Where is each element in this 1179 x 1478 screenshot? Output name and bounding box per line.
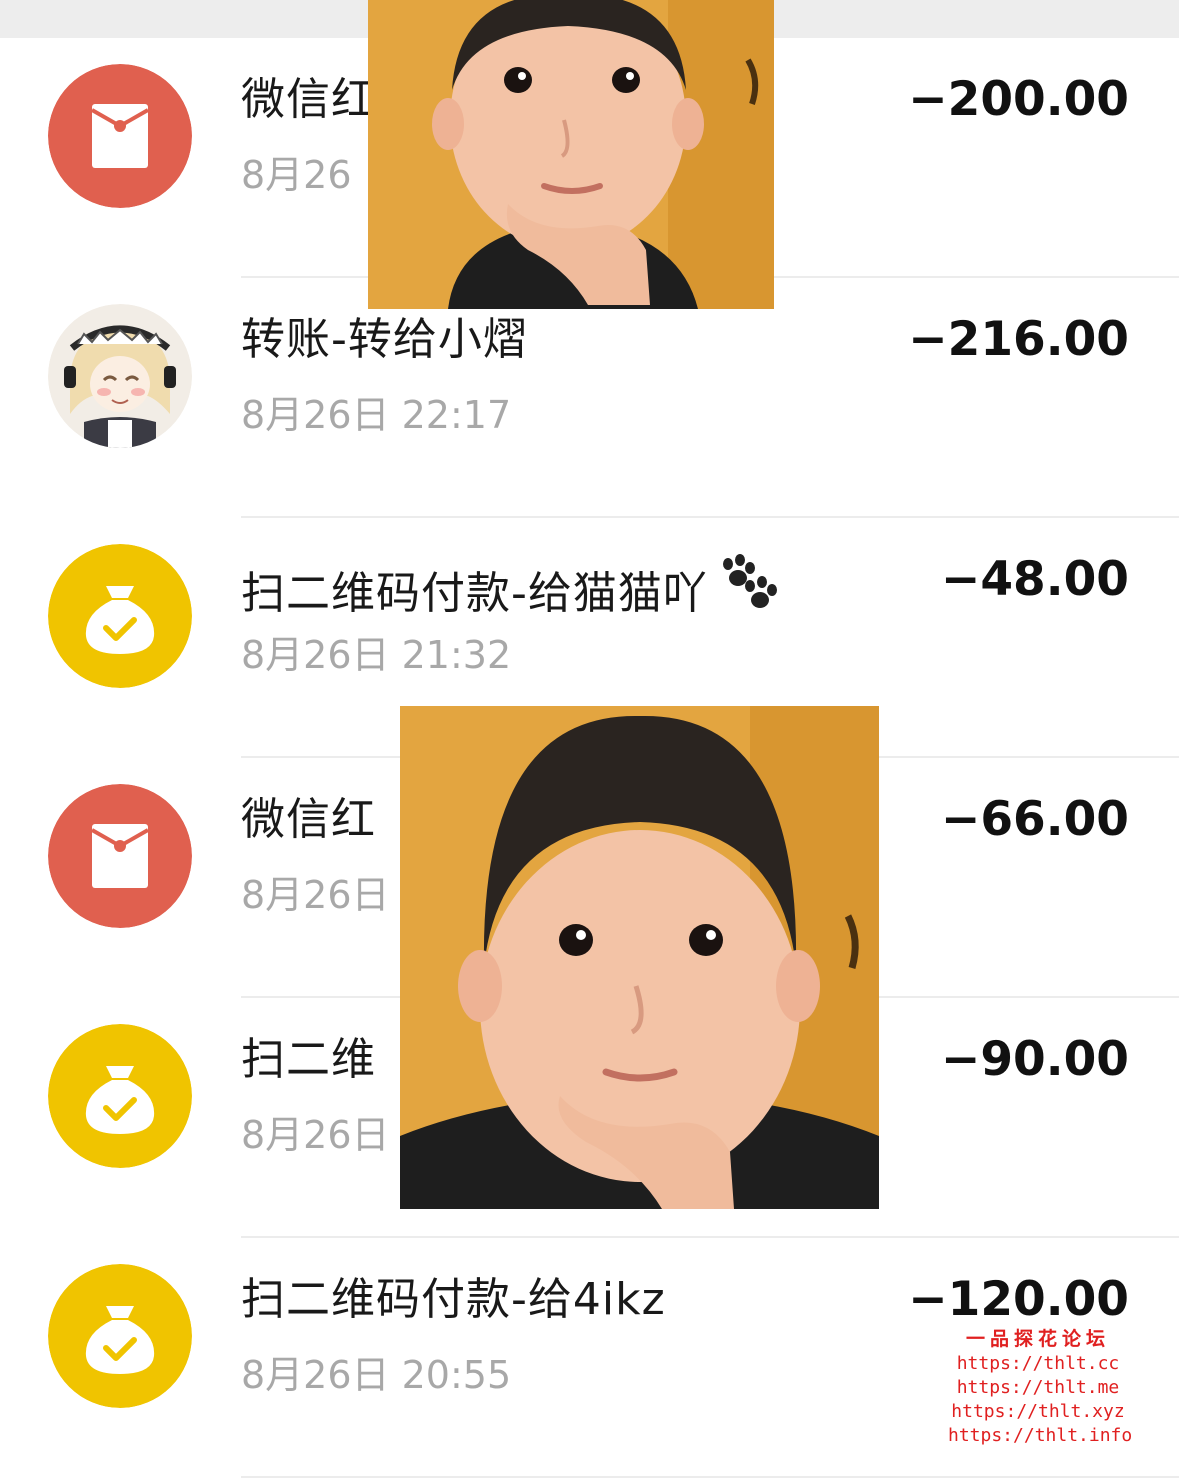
transaction-time: 8月26日 22:17 [241, 393, 512, 437]
red-packet-icon [48, 64, 192, 208]
transaction-time: 8月26日 [241, 873, 390, 917]
transaction-time: 8月26日 21:32 [241, 633, 512, 677]
watermark-title: 一品探花论坛 [965, 1328, 1110, 1350]
watermark-url: https://thlt.me [956, 1377, 1120, 1398]
red-packet-icon [48, 784, 192, 928]
transaction-title: 转账-转给小熠 [241, 314, 528, 365]
transaction-row[interactable]: 转账-转给小熠 8月26日 22:17 −216.00 [0, 278, 1179, 518]
transaction-time: 8月26日 20:55 [241, 1353, 512, 1397]
watermark-url: https://thlt.xyz [951, 1401, 1125, 1422]
contact-avatar [48, 304, 192, 448]
child-photo-sticker [400, 706, 879, 1209]
money-bag-icon [48, 1024, 192, 1168]
transaction-title: 扫二维 [241, 1034, 376, 1085]
transaction-amount: −66.00 [940, 792, 1129, 847]
transaction-time: 8月26 [241, 153, 352, 197]
transaction-title: 扫二维码付款-给4ikz [241, 1274, 666, 1325]
forum-watermark: 一品探花论坛 https://thlt.cc https://thlt.me h… [948, 1326, 1133, 1448]
transaction-title-text: 扫二维码付款-给猫猫吖 [241, 568, 708, 619]
transaction-amount: −200.00 [908, 72, 1129, 127]
paw-prints-icon [714, 552, 780, 626]
transaction-amount: −216.00 [908, 312, 1129, 367]
child-photo-sticker [368, 0, 774, 309]
money-bag-icon [48, 544, 192, 688]
transaction-title: 扫二维码付款-给猫猫吖 [241, 552, 780, 626]
transaction-amount: −90.00 [940, 1032, 1129, 1087]
watermark-url: https://thlt.info [948, 1425, 1133, 1446]
transaction-title: 微信红 [241, 74, 376, 125]
money-bag-icon [48, 1264, 192, 1408]
transaction-amount: −120.00 [908, 1272, 1129, 1327]
transaction-amount: −48.00 [940, 552, 1129, 607]
watermark-url: https://thlt.cc [956, 1353, 1120, 1374]
transaction-time: 8月26日 [241, 1113, 390, 1157]
transaction-title: 微信红 [241, 794, 376, 845]
